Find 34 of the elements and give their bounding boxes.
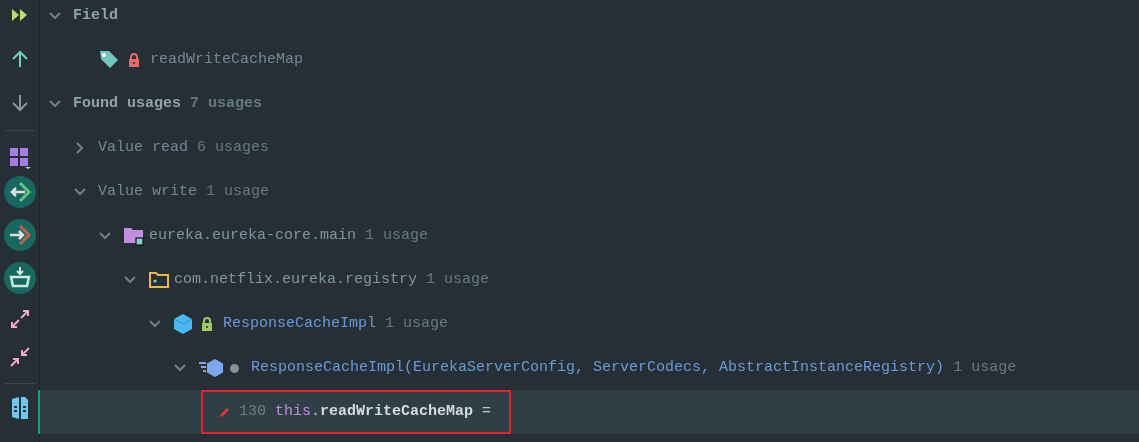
collapse-icon[interactable] (9, 347, 30, 367)
usage-count: 1 usage (426, 269, 490, 290)
usage-count: 6 usages (197, 137, 270, 158)
expand-icon[interactable] (9, 309, 30, 329)
usage-count: 1 usage (385, 313, 449, 334)
node-label: Found usages (73, 93, 182, 114)
node-label: eureka.eureka-core.main (149, 225, 357, 246)
fast-forward-icon[interactable] (10, 8, 29, 22)
split-document-icon[interactable] (10, 396, 29, 420)
usage-count: 7 usages (190, 93, 263, 114)
usage-count: 1 usage (206, 181, 270, 202)
tag-icon (98, 49, 120, 71)
node-label: Value write (98, 181, 198, 202)
node-label: ResponseCacheImpl (223, 313, 377, 334)
node-label: Field (73, 5, 118, 26)
folder-icon (123, 226, 145, 246)
grid-icon[interactable] (8, 147, 31, 169)
basket-download-icon[interactable] (2, 261, 37, 295)
line-number: 130 (239, 401, 266, 422)
up-arrow-icon[interactable] (10, 50, 29, 68)
node-label: readWriteCacheMap (150, 49, 304, 70)
method-cube-icon (198, 358, 224, 378)
pencil-icon (219, 406, 231, 418)
lock-icon (201, 317, 213, 331)
down-arrow-icon[interactable] (10, 94, 29, 112)
cube-icon (173, 313, 193, 335)
code-text: this.readWriteCacheMap = (275, 401, 492, 422)
folder-icon (148, 270, 170, 290)
usage-count: 1 usage (365, 225, 429, 246)
node-label: ResponseCacheImpl(EurekaServerConfig, ServerCodecs, AbstractInstanceRegistry) (251, 357, 945, 378)
usage-row[interactable]: 130 this.readWriteCacheMap = (38, 390, 1139, 434)
node-label: Value read (98, 137, 188, 158)
usage-count: 1 usage (953, 357, 1017, 378)
node-label: com.netflix.eureka.registry (174, 269, 418, 290)
